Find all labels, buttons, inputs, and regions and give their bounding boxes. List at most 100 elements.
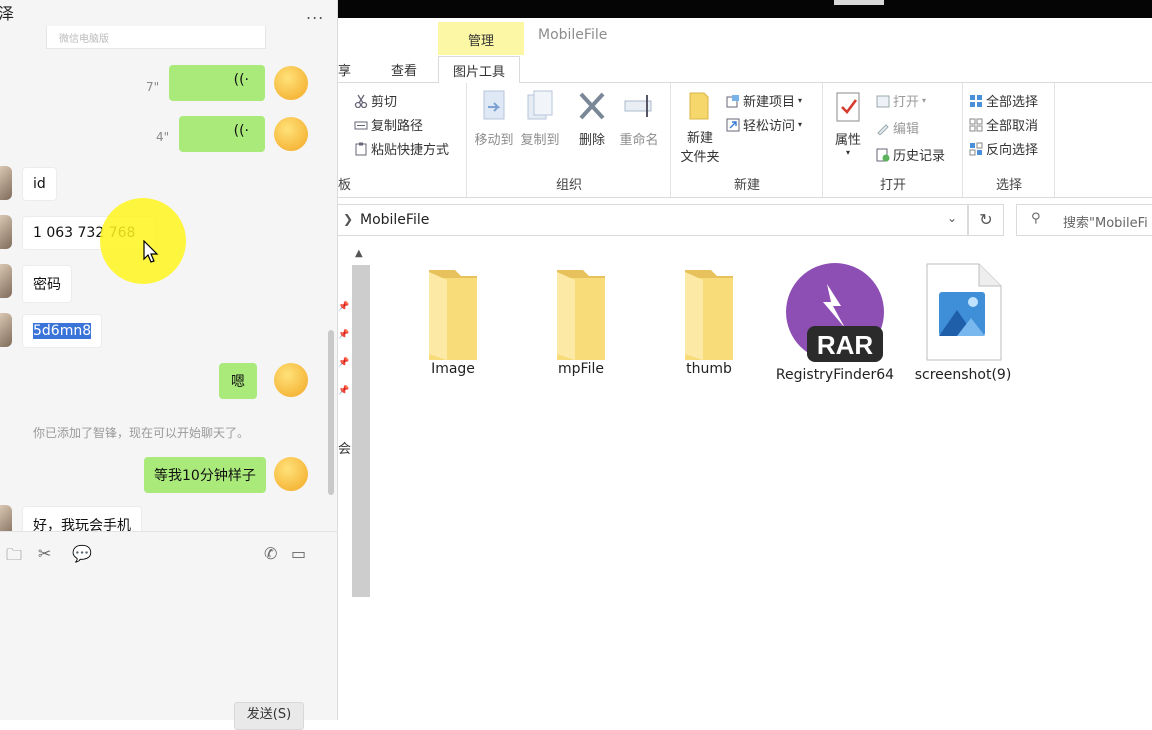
avatar[interactable] xyxy=(0,166,12,200)
rename-button[interactable]: 重命名 xyxy=(616,89,662,148)
copy-to-button[interactable]: 复制到 xyxy=(520,89,560,148)
pin-icon[interactable]: 📌 xyxy=(338,386,349,396)
address-dropdown-icon[interactable]: ⌄ xyxy=(947,211,957,225)
voice-wave-icon: ((· xyxy=(233,123,249,139)
paste-shortcut-button[interactable]: 粘贴快捷方式 xyxy=(354,139,449,158)
ribbon-tabs: 享 查看 图片工具 xyxy=(338,56,1152,87)
avatar[interactable] xyxy=(274,66,308,100)
group-select: 全部选择 全部取消 反向选择 选择 xyxy=(964,83,1055,197)
invert-selection-button[interactable]: 反向选择 xyxy=(969,139,1038,158)
open-label: 打开 xyxy=(893,95,920,110)
open-icon xyxy=(876,94,890,108)
avatar[interactable] xyxy=(0,505,12,531)
breadcrumb-chevron-icon: ❯ xyxy=(343,212,354,226)
move-to-button[interactable]: 移动到 xyxy=(474,89,514,148)
avatar[interactable] xyxy=(274,363,308,397)
easy-access-label: 轻松访问 xyxy=(743,119,796,134)
search-box[interactable]: ⚲ 搜索"MobileFi xyxy=(1016,204,1152,236)
tab-manage[interactable]: 管理 xyxy=(438,30,524,49)
avatar[interactable] xyxy=(274,117,308,151)
file-name: thumb xyxy=(686,361,732,377)
file-name: RegistryFinder64 xyxy=(775,367,895,383)
message-bubble[interactable]: id xyxy=(22,167,57,201)
copy-to-icon xyxy=(520,89,560,129)
navigation-pane: 📌 📌 📌 📌 会 xyxy=(338,240,352,720)
file-item[interactable]: mpFile xyxy=(521,258,641,378)
voice-message-bubble[interactable]: ((· xyxy=(169,65,265,101)
edit-button[interactable]: 编辑 xyxy=(876,118,919,137)
history-button[interactable]: 历史记录 xyxy=(876,145,945,164)
pin-icon[interactable]: 📌 xyxy=(338,330,349,340)
copy-path-button[interactable]: 复制路径 xyxy=(354,115,423,134)
properties-button[interactable]: 属性 ▾ xyxy=(830,89,866,157)
scissors-icon[interactable]: ✂ xyxy=(38,544,51,563)
rename-label: 重命名 xyxy=(619,133,659,148)
message-bubble[interactable]: 等我10分钟样子 xyxy=(144,457,266,493)
new-folder-button[interactable]: 新建 文件夹 xyxy=(676,89,724,165)
message-card: 微信电脑版 xyxy=(46,26,266,49)
select-none-label: 全部取消 xyxy=(986,119,1039,134)
easy-access-dropdown-icon: ▾ xyxy=(798,120,803,129)
file-item[interactable]: screenshot(9) xyxy=(903,262,1023,384)
tab-share[interactable]: 享 xyxy=(338,60,351,79)
voice-message-bubble[interactable]: ((· xyxy=(179,116,265,152)
group-clipboard: 剪切 复制路径 粘贴快捷方式 板 xyxy=(338,83,467,197)
file-item[interactable]: RAR RegistryFinder64 xyxy=(775,262,895,384)
avatar[interactable] xyxy=(0,215,12,249)
card-text: 微信电脑版 xyxy=(59,34,109,45)
video-call-icon[interactable]: ▭ xyxy=(291,544,306,563)
copy-path-label: 复制路径 xyxy=(371,119,424,134)
avatar[interactable] xyxy=(274,457,308,491)
easy-access-button[interactable]: 轻松访问 ▾ xyxy=(726,115,802,134)
group-open: 属性 ▾ 打开 ▾ 编辑 历史记录 打开 xyxy=(824,83,963,197)
nav-item-fragment[interactable]: 会 xyxy=(338,438,351,457)
move-to-label: 移动到 xyxy=(474,133,514,148)
copy-path-icon xyxy=(354,118,368,132)
new-folder-label-1: 新建 xyxy=(686,131,713,146)
more-options-button[interactable]: ... xyxy=(306,4,324,23)
easy-access-icon xyxy=(726,118,740,132)
file-item[interactable]: Image xyxy=(393,258,513,378)
group-organize: 移动到 复制到 删除 重命名 组织 xyxy=(468,83,671,197)
folder-icon[interactable]: 🗀 xyxy=(6,544,22,571)
message-list: 微信电脑版 7" ((· 4" ((· id 1 063 732 768 密码 … xyxy=(0,26,338,531)
chat-history-icon[interactable]: 💬 xyxy=(72,544,92,563)
edit-label: 编辑 xyxy=(893,122,920,137)
new-item-button[interactable]: 新建项目 ▾ xyxy=(726,91,802,110)
message-bubble[interactable]: 嗯 xyxy=(219,363,257,399)
avatar[interactable] xyxy=(0,313,12,347)
scroll-up-arrow-icon[interactable]: ▲ xyxy=(355,248,363,259)
select-none-button[interactable]: 全部取消 xyxy=(969,115,1038,134)
address-bar[interactable]: ❯ MobileFile ⌄ xyxy=(338,204,968,236)
group-label-open: 打开 xyxy=(879,178,906,193)
properties-dropdown-icon: ▾ xyxy=(845,148,850,157)
new-item-dropdown-icon: ▾ xyxy=(798,96,803,105)
scissors-icon xyxy=(354,94,368,108)
selected-message-text[interactable]: 5d6mn8 xyxy=(33,323,92,339)
message-bubble[interactable]: 密码 xyxy=(22,265,72,303)
avatar[interactable] xyxy=(0,264,12,298)
phone-icon[interactable]: ✆ xyxy=(264,544,277,563)
group-label-clipboard: 板 xyxy=(338,178,352,193)
file-item[interactable]: thumb xyxy=(649,258,769,378)
refresh-button[interactable]: ↻ xyxy=(968,204,1004,236)
pin-icon[interactable]: 📌 xyxy=(338,302,349,312)
delete-button[interactable]: 删除 xyxy=(574,89,610,148)
nav-scrollbar[interactable] xyxy=(352,265,370,597)
select-all-button[interactable]: 全部选择 xyxy=(969,91,1038,110)
svg-text:RAR: RAR xyxy=(817,330,874,360)
file-list: Image mpFile thumb RAR RegistryFinder64 … xyxy=(398,258,1098,458)
send-button[interactable]: 发送(S) xyxy=(234,702,304,730)
title-bar-fragment xyxy=(834,0,884,5)
chat-scrollbar[interactable] xyxy=(328,330,334,495)
breadcrumb-mobilefile[interactable]: MobileFile xyxy=(360,212,429,228)
pin-icon[interactable]: 📌 xyxy=(338,358,349,368)
file-name: mpFile xyxy=(558,361,604,377)
cut-button[interactable]: 剪切 xyxy=(354,91,397,110)
tab-view[interactable]: 查看 xyxy=(391,60,417,79)
message-bubble[interactable]: 5d6mn8 xyxy=(22,314,103,348)
cut-label: 剪切 xyxy=(371,95,398,110)
open-button[interactable]: 打开 ▾ xyxy=(876,91,926,110)
select-all-icon xyxy=(969,94,983,108)
message-bubble[interactable]: 好，我玩会手机 xyxy=(22,506,142,531)
